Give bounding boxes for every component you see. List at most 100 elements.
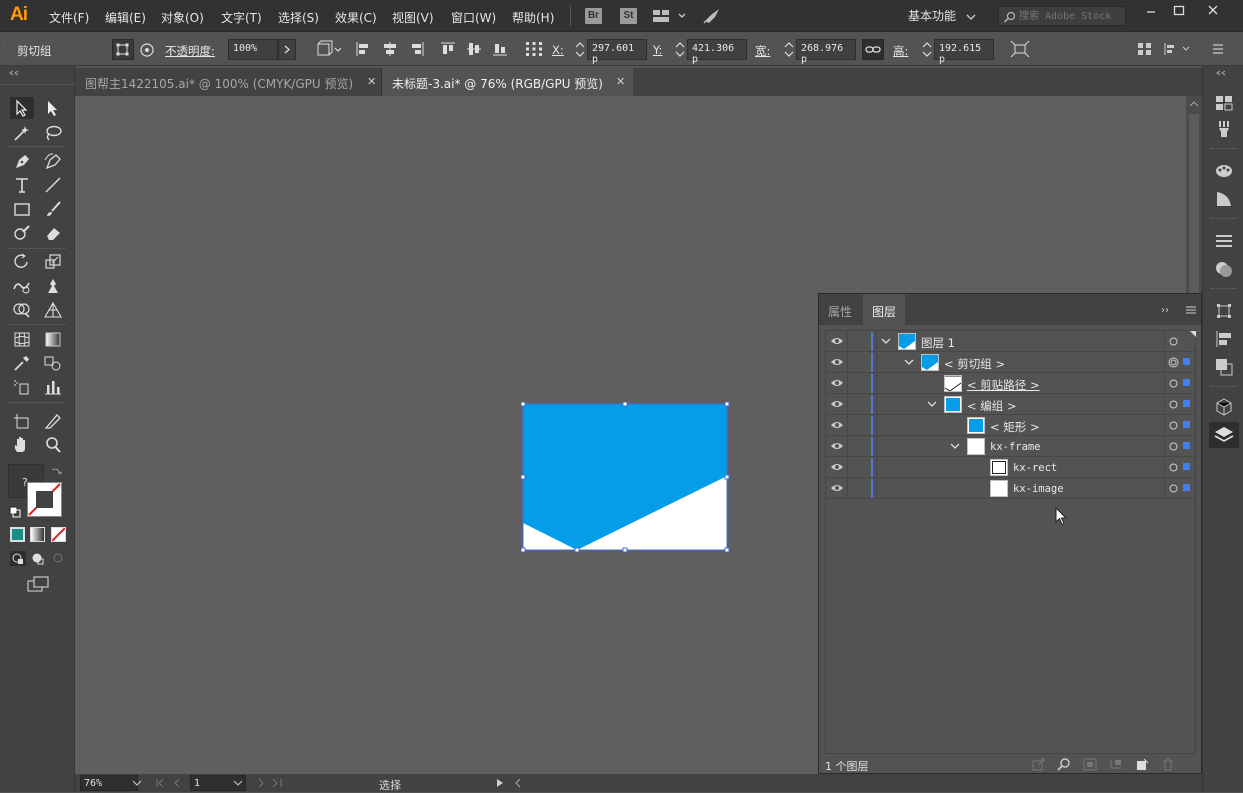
menu-file[interactable]: 文件(F): [49, 9, 89, 26]
layer-row-kx-image[interactable]: kx-image: [826, 478, 1197, 499]
status-menu-icon[interactable]: [495, 778, 505, 788]
layer-row-clipping-path[interactable]: < 剪贴路径 >: [826, 373, 1197, 394]
bridge-button[interactable]: Br: [585, 8, 602, 24]
magic-wand-tool[interactable]: [10, 122, 34, 144]
edit-clipping-path-icon[interactable]: [112, 39, 134, 60]
align-panel-icon[interactable]: [1213, 328, 1235, 350]
align-bottom-icon[interactable]: [492, 41, 508, 57]
menu-window[interactable]: 窗口(W): [451, 9, 496, 26]
create-sublayer-icon[interactable]: [1109, 758, 1123, 771]
stroke-panel-icon[interactable]: [1213, 230, 1235, 252]
stock-button[interactable]: St: [620, 8, 637, 24]
tab-properties[interactable]: 属性: [819, 294, 861, 325]
x-stepper-icon[interactable]: [574, 39, 586, 60]
visibility-eye-icon[interactable]: [830, 483, 844, 493]
none-mode-icon[interactable]: [51, 527, 66, 542]
direct-selection-tool[interactable]: [41, 97, 65, 119]
tab-document-1[interactable]: 图帮主1422105.ai* @ 100% (CMYK/GPU 预览): [75, 68, 382, 96]
draw-normal-icon[interactable]: [10, 551, 26, 566]
close-window-button[interactable]: [1203, 4, 1223, 18]
layers-panel-icon[interactable]: [1209, 422, 1239, 448]
rectangle-tool[interactable]: [10, 198, 34, 220]
collapse-panel-icon[interactable]: [8, 70, 20, 76]
layer-name[interactable]: < 编组 >: [967, 398, 1017, 414]
collect-for-export-icon[interactable]: [1032, 758, 1046, 771]
layer-name[interactable]: < 剪贴路径 >: [967, 377, 1040, 393]
brushes-panel-icon[interactable]: [1213, 118, 1235, 140]
pen-tool[interactable]: [10, 150, 34, 172]
y-stepper-icon[interactable]: [674, 39, 686, 60]
scale-tool[interactable]: [41, 251, 65, 273]
align-right-icon[interactable]: [409, 41, 425, 57]
make-clipping-mask-icon[interactable]: [1083, 758, 1097, 771]
slice-tool[interactable]: [41, 410, 65, 432]
default-fill-stroke-icon[interactable]: [9, 506, 21, 518]
arrange-documents-icon[interactable]: [652, 8, 686, 24]
clip-group-artwork[interactable]: [521, 402, 731, 554]
visibility-eye-icon[interactable]: [830, 441, 844, 451]
puppet-warp-tool[interactable]: [41, 275, 65, 297]
layer-name[interactable]: kx-image: [1013, 483, 1064, 495]
target-selected-icon[interactable]: [1168, 357, 1179, 368]
appearance-panel-icon[interactable]: [1213, 188, 1235, 210]
collapse-panel-icon[interactable]: ››: [1161, 305, 1169, 316]
stroke-swatch[interactable]: [27, 482, 62, 517]
layer-name[interactable]: 图层 1: [921, 335, 955, 351]
zoom-level-field[interactable]: 76%: [80, 775, 138, 791]
opacity-arrow-icon[interactable]: [278, 39, 296, 60]
type-tool[interactable]: [10, 174, 34, 196]
next-last-artboard-icon[interactable]: [255, 778, 289, 788]
gradient-mode-icon[interactable]: [30, 527, 45, 542]
menu-help[interactable]: 帮助(H): [512, 9, 554, 26]
visibility-eye-icon[interactable]: [830, 399, 844, 409]
eyedropper-tool[interactable]: [10, 352, 34, 374]
target-circle-icon[interactable]: [1168, 462, 1179, 473]
create-new-layer-icon[interactable]: [1135, 758, 1149, 771]
layer-row-rectangle[interactable]: < 矩形 >: [826, 415, 1197, 436]
close-tab-icon[interactable]: ✕: [367, 75, 376, 88]
curvature-tool[interactable]: [41, 150, 65, 172]
minimize-button[interactable]: [1141, 4, 1161, 18]
target-circle-icon[interactable]: [1168, 420, 1179, 431]
align-vertical-center-icon[interactable]: [466, 41, 482, 57]
draw-behind-icon[interactable]: [30, 551, 46, 566]
rotate-tool[interactable]: [10, 251, 34, 273]
isolate-icon[interactable]: [1137, 41, 1153, 57]
height-field[interactable]: 192.615 p: [934, 39, 994, 65]
layer-row-kx-frame[interactable]: kx-frame: [826, 436, 1197, 457]
line-segment-tool[interactable]: [41, 174, 65, 196]
scroll-up-icon[interactable]: [1189, 100, 1199, 108]
scroll-left-icon[interactable]: [513, 778, 523, 788]
delete-layer-icon[interactable]: [1161, 758, 1175, 771]
close-tab-icon[interactable]: ✕: [616, 75, 625, 88]
visibility-eye-icon[interactable]: [830, 462, 844, 472]
zoom-tool[interactable]: [41, 434, 65, 456]
edit-contents-icon[interactable]: [138, 41, 156, 59]
color-guide-panel-icon[interactable]: [1213, 160, 1235, 182]
mesh-tool[interactable]: [10, 328, 34, 350]
expand-panels-icon[interactable]: [1215, 70, 1227, 76]
libraries-panel-icon[interactable]: [1213, 396, 1235, 418]
menu-select[interactable]: 选择(S): [278, 9, 319, 26]
maximize-button[interactable]: [1169, 4, 1189, 18]
visibility-eye-icon[interactable]: [830, 378, 844, 388]
align-top-icon[interactable]: [440, 41, 456, 57]
gpu-performance-icon[interactable]: [702, 6, 722, 26]
paintbrush-tool[interactable]: [41, 198, 65, 220]
chevron-down-icon[interactable]: [880, 335, 892, 347]
eraser-tool[interactable]: [41, 222, 65, 244]
recolor-artwork-icon[interactable]: [316, 40, 342, 58]
layer-name[interactable]: < 矩形 >: [990, 419, 1040, 435]
color-mode-icon[interactable]: [10, 527, 25, 542]
menu-view[interactable]: 视图(V): [392, 9, 434, 26]
constrain-proportions-icon[interactable]: [862, 39, 884, 60]
chevron-down-icon[interactable]: [903, 356, 915, 368]
screen-mode-icon[interactable]: [27, 575, 49, 593]
target-circle-icon[interactable]: [1168, 441, 1179, 452]
width-field[interactable]: 268.976 p: [796, 39, 856, 65]
workspace-switcher[interactable]: 基本功能: [908, 7, 976, 24]
transform-icon[interactable]: [1010, 40, 1030, 58]
opacity-label[interactable]: 不透明度:: [165, 43, 215, 59]
height-stepper-icon[interactable]: [921, 39, 933, 60]
shaper-tool[interactable]: [10, 222, 34, 244]
